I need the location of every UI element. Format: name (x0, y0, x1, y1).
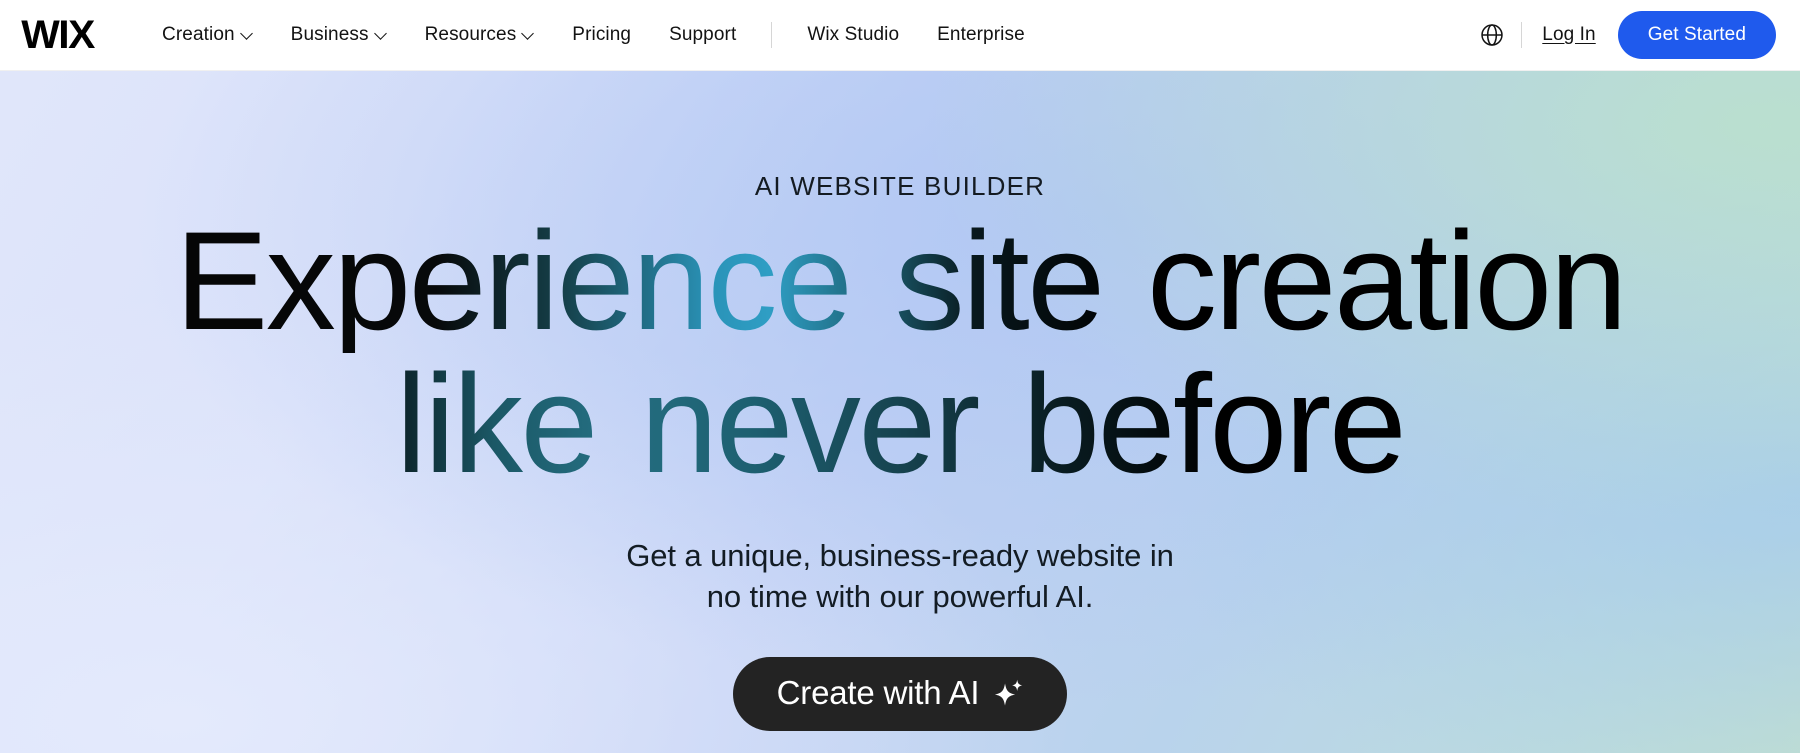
nav-item-label: Creation (162, 24, 235, 45)
nav-divider (771, 22, 773, 48)
create-with-ai-button[interactable]: Create with AI (732, 657, 1068, 732)
headline-line-2: like never before (175, 352, 1625, 496)
hero-cta-container: Create with AI (732, 657, 1068, 732)
hero-subheading: Get a unique, business-ready website in … (626, 536, 1174, 618)
header-actions: Log In Get Started (1479, 11, 1776, 59)
nav-item-label: Pricing (572, 24, 632, 45)
hero-subheading-line-1: Get a unique, business-ready website in (626, 537, 1174, 573)
page-title: Experience site creation like never befo… (174, 202, 1628, 496)
main-navigation: Creation Business Resources Pricing Supp… (143, 16, 1044, 54)
log-in-link[interactable]: Log In (1542, 24, 1595, 46)
nav-item-label: Support (669, 24, 737, 45)
chevron-down-icon (242, 28, 253, 39)
globe-icon[interactable] (1479, 22, 1505, 48)
page-root: WIX Creation Business Resources Pricing … (0, 0, 1800, 753)
hero-section: AI WEBSITE BUILDER Experience site creat… (0, 71, 1800, 753)
nav-item-label: Resources (424, 24, 517, 45)
get-started-button[interactable]: Get Started (1617, 11, 1776, 59)
nav-item-pricing[interactable]: Pricing (553, 16, 650, 54)
nav-item-creation[interactable]: Creation (143, 16, 272, 54)
wix-logo[interactable]: WIX (21, 15, 95, 55)
chevron-down-icon (376, 28, 387, 39)
nav-item-label: Wix Studio (807, 24, 900, 45)
nav-item-business[interactable]: Business (272, 16, 406, 54)
nav-item-support[interactable]: Support (650, 16, 755, 54)
nav-item-resources[interactable]: Resources (406, 16, 554, 54)
cta-label: Create with AI (776, 674, 980, 712)
header-divider (1521, 22, 1523, 48)
nav-item-wix-studio[interactable]: Wix Studio (788, 16, 918, 54)
site-header: WIX Creation Business Resources Pricing … (0, 0, 1800, 71)
chevron-down-icon (523, 28, 534, 39)
hero-eyebrow: AI WEBSITE BUILDER (754, 171, 1046, 201)
nav-item-label: Business (290, 24, 369, 45)
headline-line-1: Experience site creation (174, 202, 1628, 359)
sparkle-icon (991, 677, 1025, 711)
nav-item-enterprise[interactable]: Enterprise (918, 16, 1044, 54)
hero-content: AI WEBSITE BUILDER Experience site creat… (0, 71, 1800, 753)
nav-item-label: Enterprise (937, 24, 1025, 45)
hero-subheading-line-2: no time with our powerful AI. (706, 578, 1094, 614)
